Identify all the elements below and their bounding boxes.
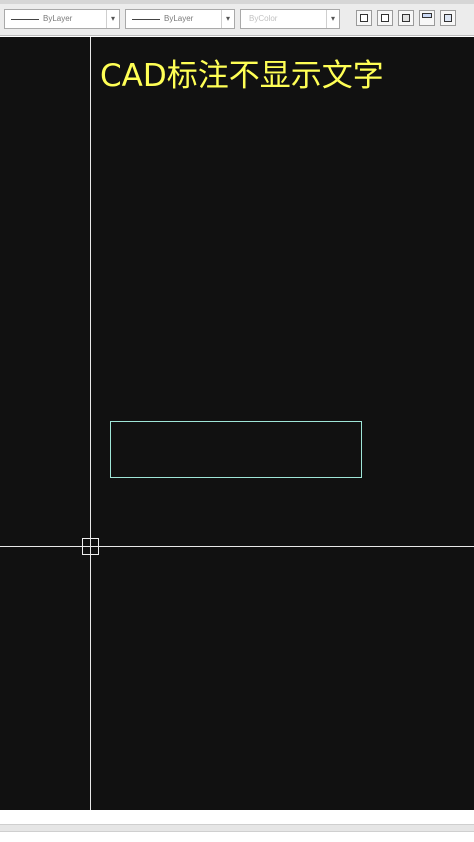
drawn-rectangle[interactable] [110,421,362,478]
bottom-scroll-area [0,810,474,842]
crosshair-vertical [90,37,91,810]
window-icon [381,14,389,22]
layout-button[interactable] [419,10,435,26]
grid-icon [444,14,452,22]
horizontal-scrollbar[interactable] [0,824,474,832]
linetype-value: ByLayer [43,14,73,23]
clip-icon [402,14,410,22]
clip-button[interactable] [398,10,414,26]
crosshair-pickbox-icon [82,538,99,555]
linetype-preview [11,19,39,20]
layout-icon [422,13,432,18]
chevron-down-icon[interactable]: ▾ [221,10,234,28]
toolbar-top-edge [0,0,474,4]
grid-button[interactable] [440,10,456,26]
plotstyle-dropdown[interactable]: ByColor ▾ [240,9,340,29]
lineweight-preview [132,19,160,20]
viewport-button[interactable] [356,10,372,26]
lineweight-value: ByLayer [164,14,194,23]
lineweight-dropdown[interactable]: ByLayer ▾ [125,9,235,29]
annotation-text[interactable]: CAD标注不显示文字 [100,56,384,96]
viewport-icon [360,14,368,22]
chevron-down-icon[interactable]: ▾ [326,10,339,28]
crosshair-horizontal [0,546,474,547]
window-button[interactable] [377,10,393,26]
chevron-down-icon[interactable]: ▾ [106,10,119,28]
linetype-dropdown[interactable]: ByLayer ▾ [4,9,120,29]
plotstyle-value: ByColor [249,14,278,23]
properties-toolbar: ByLayer ▾ ByLayer ▾ ByColor ▾ [0,0,474,36]
